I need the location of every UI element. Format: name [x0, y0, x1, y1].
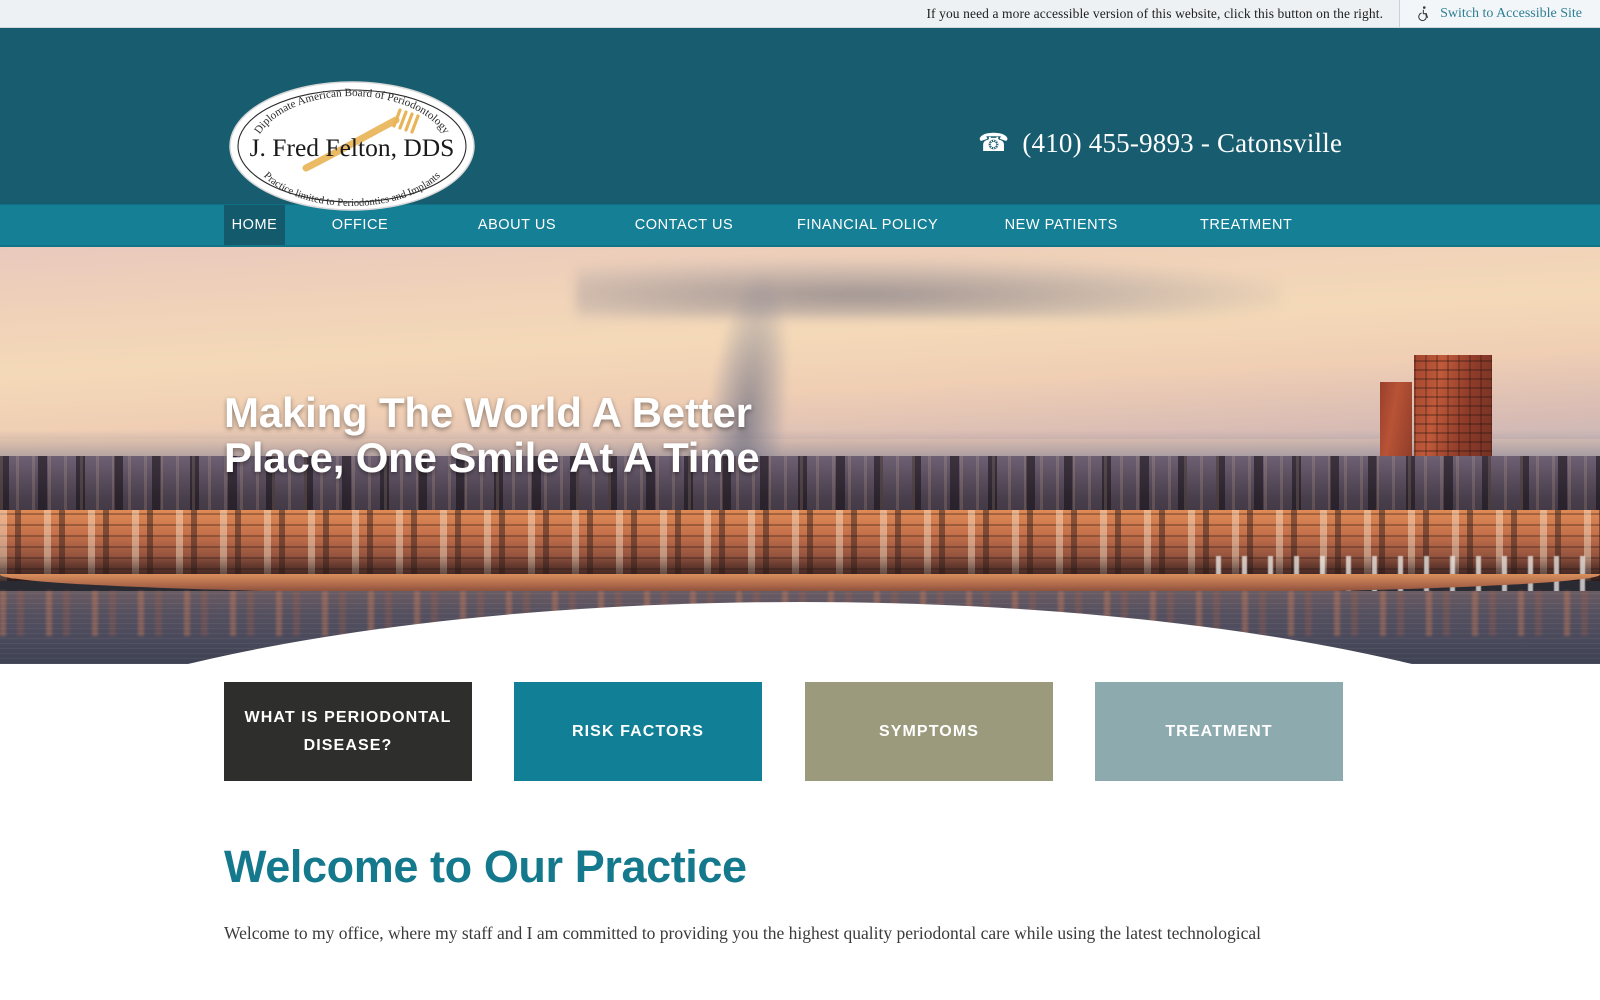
nav-item-financial-policy[interactable]: FINANCIAL POLICY [769, 205, 966, 245]
nav-item-treatment[interactable]: TREATMENT [1156, 205, 1336, 245]
welcome-section: Welcome to Our Practice Welcome to my of… [0, 844, 1600, 947]
switch-to-accessible-site-label: Switch to Accessible Site [1440, 5, 1582, 21]
switch-to-accessible-site-button[interactable]: Switch to Accessible Site [1400, 0, 1600, 27]
welcome-heading: Welcome to Our Practice [224, 841, 747, 892]
hero-banner: Making The World A Better Place, One Smi… [0, 247, 1600, 664]
wheelchair-accessible-icon [1414, 5, 1431, 22]
card-symptoms[interactable]: SYMPTOMS [805, 682, 1053, 781]
hero-headline-line-2: Place, One Smile At A Time [224, 434, 760, 482]
hero-headline: Making The World A Better Place, One Smi… [224, 390, 864, 481]
logo-center-text: J. Fred Felton, DDS [250, 133, 455, 162]
welcome-body-text: Welcome to my office, where my staff and… [224, 923, 1261, 943]
card-what-is-periodontal-disease[interactable]: WHAT IS PERIODONTAL DISEASE? [224, 682, 472, 781]
hero-headline-line-1: Making The World A Better [224, 389, 752, 436]
telephone-icon: ☎ [978, 130, 1010, 157]
practice-logo[interactable]: Diplomate American Board of Periodontolo… [224, 76, 480, 216]
quick-links-cards: WHAT IS PERIODONTAL DISEASE? RISK FACTOR… [0, 664, 1600, 844]
card-treatment[interactable]: TREATMENT [1095, 682, 1343, 781]
nav-left-spacer [0, 205, 224, 245]
accessibility-message: If you need a more accessible version of… [926, 0, 1401, 27]
nav-item-contact-us[interactable]: CONTACT US [599, 205, 769, 245]
site-header: Diplomate American Board of Periodontolo… [0, 28, 1600, 211]
header-phone-text: (410) 455-9893 - Catonsville [1022, 128, 1343, 158]
accessibility-bar: If you need a more accessible version of… [0, 0, 1600, 28]
header-phone[interactable]: ☎ (410) 455-9893 - Catonsville [978, 128, 1342, 159]
card-risk-factors[interactable]: RISK FACTORS [514, 682, 762, 781]
nav-item-new-patients[interactable]: NEW PATIENTS [966, 205, 1156, 245]
